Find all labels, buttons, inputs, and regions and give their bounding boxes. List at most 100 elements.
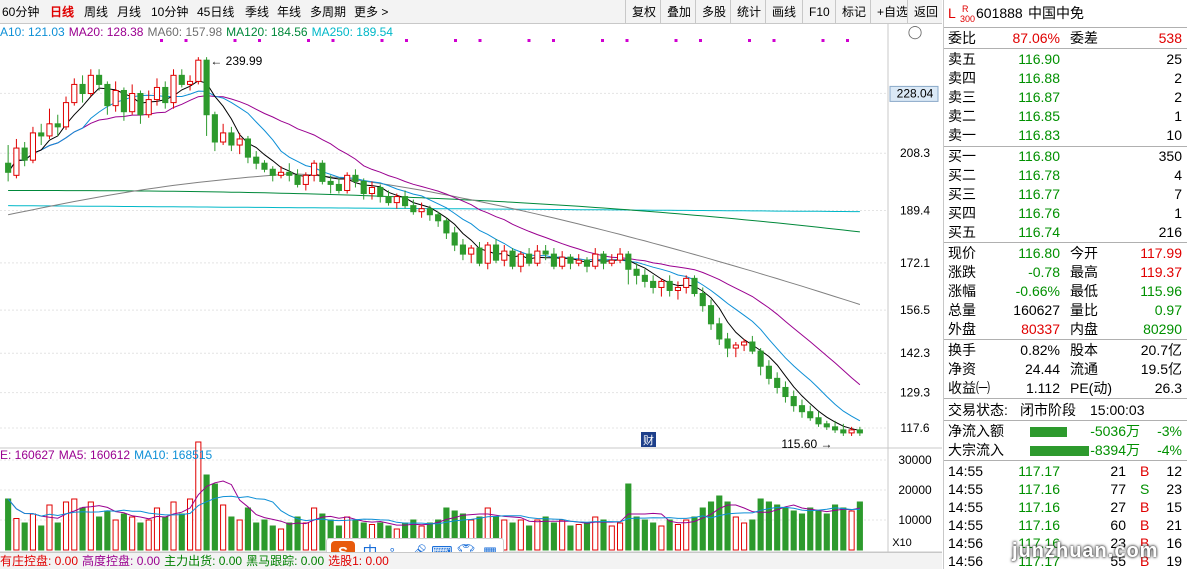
ask-volume: 2 (1174, 89, 1182, 105)
toolbar-button-5[interactable]: F10 (802, 0, 836, 24)
volume-bar (625, 483, 632, 551)
volume-bar (13, 518, 20, 551)
candle-body (137, 93, 144, 116)
bid-label: 买四 (948, 205, 976, 221)
period-tab-2[interactable]: 周线 (84, 0, 108, 24)
candle-body (790, 396, 797, 407)
period-tab-1[interactable]: 日线 (50, 0, 74, 24)
ratio-label: 委比 (948, 30, 976, 46)
fund-label: 流通 (1070, 361, 1098, 377)
tick-side: S (1140, 481, 1150, 497)
period-tab-8[interactable]: 多周期 (310, 0, 346, 24)
toolbar-button-0[interactable]: 复权 (625, 0, 662, 24)
toolbar-button-3[interactable]: 统计 (730, 0, 767, 24)
price-tick-label-5: 142.3 (900, 346, 930, 360)
volume-bar (650, 522, 657, 551)
quote-value: -0.78 (1028, 264, 1060, 280)
volume-bar (244, 507, 252, 551)
volume-bar (774, 504, 781, 551)
quote-value: 117.99 (1140, 245, 1182, 261)
toolbar-button-6[interactable]: 标记 (835, 0, 872, 24)
candle-body (104, 83, 111, 107)
bid-volume: 350 (1158, 148, 1182, 164)
volume-bar (46, 504, 53, 551)
candle-body (302, 174, 309, 185)
candle-body (385, 196, 392, 204)
candle-body (550, 253, 557, 267)
indicator-4: 选股1: 0.00 (328, 554, 389, 568)
status-label: 交易状态: (948, 402, 1008, 418)
volume-bar (542, 516, 549, 551)
candle-body (401, 196, 409, 207)
signal-dot (748, 39, 751, 42)
signal-dot (331, 39, 335, 42)
volume-bar (798, 513, 806, 551)
volume-bar (302, 522, 309, 551)
quote-row-1: 涨跌 -0.78 最高 119.37 (944, 263, 1187, 282)
stock-name: 中国中免 (1028, 5, 1084, 21)
finance-marker[interactable]: 财 (641, 432, 656, 447)
bid-volume: 1 (1174, 205, 1182, 221)
signal-dot (772, 39, 776, 42)
ask-price: 116.85 (1018, 108, 1060, 124)
volume-bar (550, 522, 557, 551)
volume-bar (211, 483, 218, 551)
period-tab-4[interactable]: 10分钟 (151, 0, 188, 24)
kline-chart[interactable]: 228.04 208.3 189.4 172.1 156.5 142.3 129.3 117.… (0, 24, 942, 569)
chart-canvas[interactable]: 228.04 208.3 189.4 172.1 156.5 142.3 129.3 117.… (0, 24, 942, 569)
candle-body (798, 405, 806, 413)
tick-time: 14:56 (948, 535, 984, 551)
panel-separator (944, 242, 1187, 243)
bid-volume: 216 (1158, 224, 1182, 240)
candle-body (492, 244, 500, 261)
panel-separator (944, 48, 1187, 49)
period-tab-9[interactable]: 更多 > (354, 0, 388, 24)
signal-dot (478, 39, 482, 42)
quote-label: 涨幅 (948, 283, 976, 299)
toolbar-button-8[interactable]: 返回 (907, 0, 944, 24)
vol-legend-item-2: MA10: 168515 (134, 448, 213, 462)
period-tab-7[interactable]: 年线 (277, 0, 301, 24)
toolbar-button-1[interactable]: 叠加 (660, 0, 697, 24)
stock-code: 601888 (976, 5, 1023, 21)
candle-body (327, 180, 334, 185)
candle-body (724, 338, 731, 349)
quote-value: 160627 (1013, 302, 1060, 318)
candle-body (29, 132, 37, 161)
indicator-bar: 有庄控盘: 0.00 高度控盘: 0.00 主力出货: 0.00 黑马跟踪: 0.00… (0, 552, 942, 569)
period-tab-0[interactable]: 60分钟 (2, 0, 39, 24)
ma-legend-item-3: MA120: 184.56 (226, 25, 308, 39)
ask-row-2: 卖三 116.87 2 (944, 88, 1187, 107)
candle-body (815, 417, 822, 425)
toolbar-button-2[interactable]: 多股 (695, 0, 732, 24)
volume-bar (807, 507, 814, 551)
quote-label: 今开 (1070, 245, 1098, 261)
period-tab-3[interactable]: 月线 (117, 0, 141, 24)
candle-body (526, 253, 533, 264)
candle-body (625, 253, 632, 270)
candle-body (435, 214, 442, 222)
bid-row-3: 买四 116.76 1 (944, 204, 1187, 223)
bid-row-1: 买二 116.78 4 (944, 166, 1187, 185)
period-tab-6[interactable]: 季线 (245, 0, 269, 24)
tick-price: 117.16 (1018, 481, 1060, 497)
quote-value: 115.96 (1140, 283, 1182, 299)
candle-body (170, 74, 177, 104)
quote-label: 最高 (1070, 264, 1098, 280)
bid-row-0: 买一 116.80 350 (944, 147, 1187, 166)
ask-price: 116.90 (1018, 51, 1060, 67)
volume-legend: E: 160627 MA5: 160612 MA10: 168515 (0, 448, 216, 462)
candle-body (87, 74, 94, 95)
bid-price: 116.80 (1018, 148, 1060, 164)
ask-volume: 2 (1174, 70, 1182, 86)
toolbar-button-4[interactable]: 画线 (765, 0, 802, 24)
tick-time: 14:55 (948, 517, 984, 533)
candle-body (699, 293, 706, 307)
period-tab-5[interactable]: 45日线 (197, 0, 234, 24)
candle-body (79, 83, 86, 95)
quote-value: 80337 (1021, 321, 1060, 337)
ask-label: 卖二 (948, 108, 976, 124)
signal-dot (846, 39, 849, 42)
volume-bar (120, 513, 127, 551)
volume-bar (559, 519, 566, 551)
